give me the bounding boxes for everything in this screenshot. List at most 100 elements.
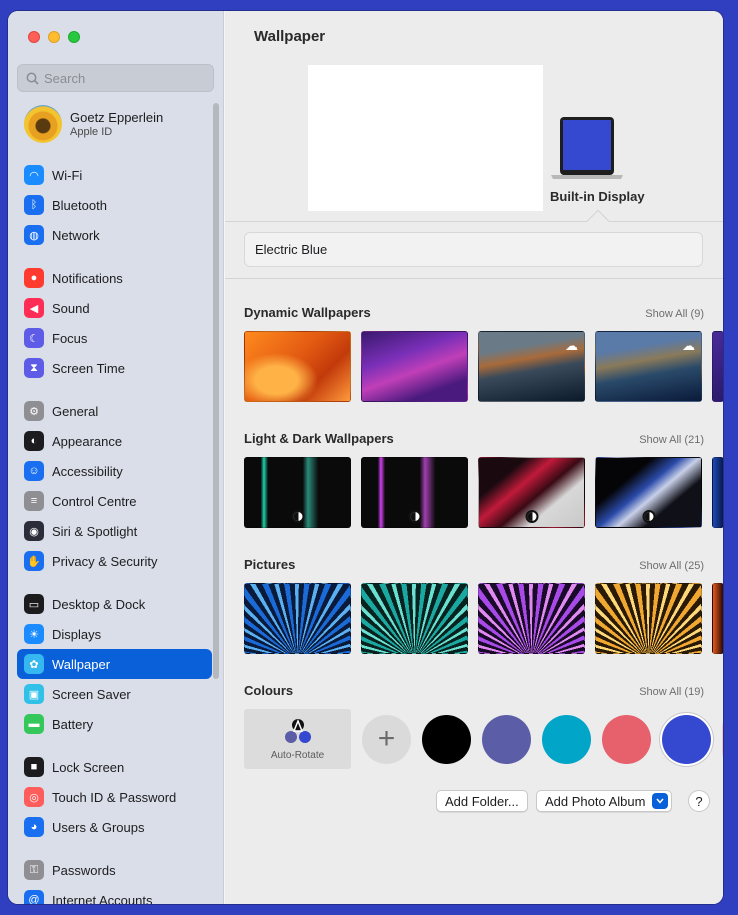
auto-rotate-tile[interactable]: Auto-Rotate	[244, 709, 351, 769]
sidebar-item-label: Wallpaper	[52, 656, 111, 672]
avatar	[24, 105, 62, 143]
sidebar-nav: ◠ Wi-Fi ᛒ Bluetooth ◍ Network ● Notifications ◀ S…	[17, 160, 212, 904]
auto-rotate-label: Auto-Rotate	[270, 750, 325, 761]
light-dark-icon	[291, 510, 304, 523]
sidebar-item-label: Displays	[52, 626, 102, 642]
zoom-button[interactable]	[68, 31, 80, 43]
sidebar-item-bluetooth[interactable]: ᛒ Bluetooth	[17, 190, 212, 220]
section-title: Dynamic Wallpapers	[244, 305, 371, 320]
sidebar-item-label: Screen Saver	[52, 686, 131, 702]
wallpaper-thumb[interactable]	[712, 583, 723, 654]
sidebar-item-sound[interactable]: ◀ Sound	[17, 293, 212, 323]
sidebar-item-label: Screen Time	[52, 360, 125, 376]
sidebar-item-label: Network	[52, 227, 100, 243]
sidebar-item-network[interactable]: ◍ Network	[17, 220, 212, 250]
wallpaper-thumb[interactable]	[712, 331, 723, 402]
at-icon: @	[24, 890, 44, 904]
sidebar-item-label: Lock Screen	[52, 759, 125, 775]
sidebar-item-privacy-security[interactable]: ✋ Privacy & Security	[17, 546, 212, 576]
sidebar-item-passwords[interactable]: ⚿ Passwords	[17, 855, 212, 885]
speaker-icon: ◀	[24, 298, 44, 318]
fingerprint-icon: ◎	[24, 787, 44, 807]
apple-id-profile[interactable]: Goetz Epperlein Apple ID	[24, 105, 163, 143]
wallpaper-thumb[interactable]	[595, 583, 702, 654]
gear-icon: ⚙	[24, 401, 44, 421]
wallpaper-thumb[interactable]: ☁	[478, 331, 585, 402]
sidebar-item-desktop-dock[interactable]: ▭ Desktop & Dock	[17, 589, 212, 619]
colour-swatch[interactable]	[722, 714, 723, 764]
show-all-button[interactable]: Show All (19)	[639, 686, 704, 698]
auto-rotate-icon	[284, 718, 311, 743]
wallpaper-thumb[interactable]	[244, 457, 351, 528]
wallpaper-thumb[interactable]	[244, 331, 351, 402]
wallpaper-thumb[interactable]: ☁	[595, 331, 702, 402]
profile-name: Goetz Epperlein	[70, 110, 164, 125]
search-input[interactable]: Search	[17, 64, 214, 92]
colour-swatch[interactable]	[602, 714, 651, 764]
add-colour-button[interactable]: +	[362, 714, 411, 764]
show-all-button[interactable]: Show All (9)	[645, 308, 704, 320]
sidebar-item-battery[interactable]: ▬ Battery	[17, 709, 212, 739]
cloud-download-icon: ☁	[682, 338, 695, 353]
siri-icon: ◉	[24, 521, 44, 541]
sidebar-item-label: General	[52, 403, 99, 419]
sidebar-item-screen-time[interactable]: ⧗ Screen Time	[17, 353, 212, 383]
help-button[interactable]: ?	[688, 790, 710, 812]
sidebar-item-wi-fi[interactable]: ◠ Wi-Fi	[17, 160, 212, 190]
divider	[225, 278, 723, 279]
bluetooth-icon: ᛒ	[24, 195, 44, 215]
window-controls	[28, 31, 80, 43]
sidebar-item-accessibility[interactable]: ☺ Accessibility	[17, 456, 212, 486]
show-all-button[interactable]: Show All (21)	[639, 434, 704, 446]
sun-icon: ☀	[24, 624, 44, 644]
colour-swatch[interactable]	[422, 714, 471, 764]
wallpaper-thumb[interactable]	[478, 457, 585, 528]
settings-window: Search Goetz Epperlein Apple ID ◠ Wi-Fi ᛒ B…	[8, 11, 723, 904]
sidebar-item-label: Passwords	[52, 862, 116, 878]
sidebar-item-wallpaper[interactable]: ✿ Wallpaper	[17, 649, 212, 679]
sidebar-item-displays[interactable]: ☀ Displays	[17, 619, 212, 649]
close-button[interactable]	[28, 31, 40, 43]
sidebar-item-focus[interactable]: ☾ Focus	[17, 323, 212, 353]
add-folder-button[interactable]: Add Folder...	[436, 790, 528, 812]
colour-swatch[interactable]	[542, 714, 591, 764]
show-all-button[interactable]: Show All (25)	[639, 560, 704, 572]
sidebar-item-users-groups[interactable]: ◕ Users & Groups	[17, 812, 212, 842]
section-title: Pictures	[244, 557, 296, 572]
wallpaper-thumb[interactable]	[712, 457, 723, 528]
colour-swatch[interactable]	[482, 714, 531, 764]
sidebar-item-siri-spotlight[interactable]: ◉ Siri & Spotlight	[17, 516, 212, 546]
bell-icon: ●	[24, 268, 44, 288]
colours-section: Colours Show All (19) Auto-Rotate +	[244, 683, 723, 769]
sidebar-item-touch-id-password[interactable]: ◎ Touch ID & Password	[17, 782, 212, 812]
sidebar-item-label: Sound	[52, 300, 90, 316]
add-photo-album-select[interactable]: Add Photo Album	[536, 790, 673, 812]
display-label: Built-in Display	[550, 189, 645, 204]
wallpaper-thumb[interactable]	[478, 583, 585, 654]
wallpaper-preview	[308, 65, 543, 211]
minimize-button[interactable]	[48, 31, 60, 43]
wallpaper-thumb[interactable]	[361, 331, 468, 402]
wallpaper-thumb[interactable]	[244, 583, 351, 654]
sidebar-item-screen-saver[interactable]: ▣ Screen Saver	[17, 679, 212, 709]
sidebar-item-label: Appearance	[52, 433, 123, 449]
wallpaper-thumb[interactable]	[361, 583, 468, 654]
sidebar-item-internet-accounts[interactable]: @ Internet Accounts	[17, 885, 212, 904]
laptop-display-icon[interactable]	[547, 115, 627, 184]
wallpaper-thumb[interactable]	[361, 457, 468, 528]
sidebar-item-label: Focus	[52, 330, 88, 346]
colour-swatch[interactable]	[662, 714, 711, 764]
sidebar-scrollbar[interactable]	[213, 103, 219, 679]
sidebar-item-control-centre[interactable]: ≡ Control Centre	[17, 486, 212, 516]
sidebar-item-lock-screen[interactable]: ■ Lock Screen	[17, 752, 212, 782]
light-dark-icon	[642, 510, 655, 523]
sidebar-item-general[interactable]: ⚙ General	[17, 396, 212, 426]
sidebar-item-notifications[interactable]: ● Notifications	[17, 263, 212, 293]
wallpaper-thumb[interactable]	[595, 457, 702, 528]
section-title: Light & Dark Wallpapers	[244, 431, 394, 446]
accessibility-icon: ☺	[24, 461, 44, 481]
light-dark-wallpapers-section: Light & Dark Wallpapers Show All (21)	[244, 431, 723, 528]
page-title: Wallpaper	[254, 28, 326, 45]
main-pane: Wallpaper Built-in Display Electric Blue…	[225, 11, 723, 904]
sidebar-item-appearance[interactable]: ◐ Appearance	[17, 426, 212, 456]
